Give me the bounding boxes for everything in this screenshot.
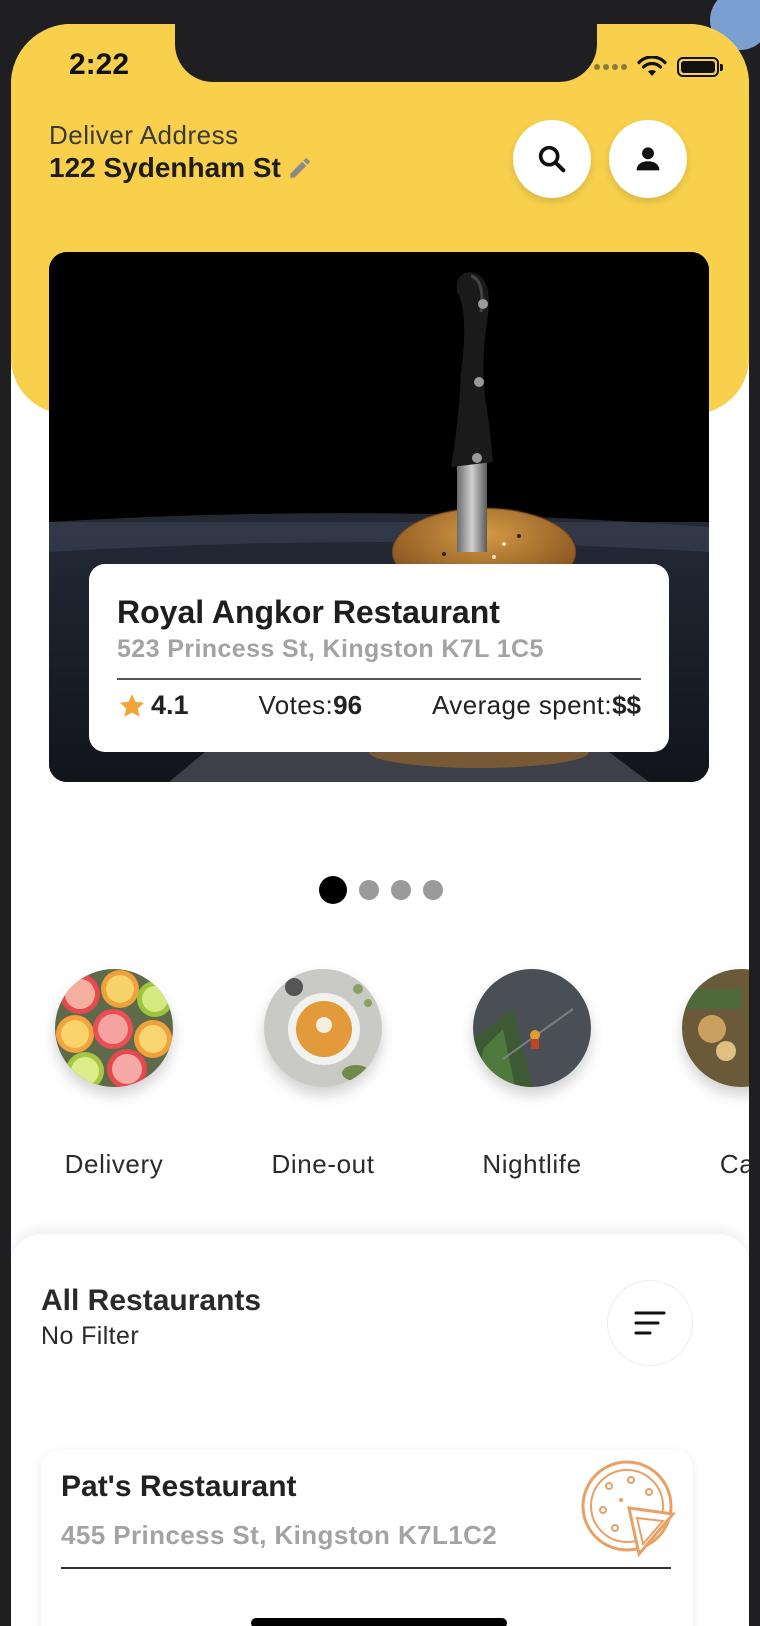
signal-icon	[594, 64, 627, 70]
featured-stats: 4.1 Votes:96 Average spent:$$	[117, 690, 641, 721]
category-label: Dine-out	[271, 1149, 375, 1179]
star-icon	[119, 693, 145, 717]
filter-button[interactable]	[607, 1280, 693, 1366]
category-label: Nightlife	[482, 1149, 582, 1179]
sort-icon	[634, 1311, 666, 1335]
device-notch	[175, 24, 597, 82]
average-spent-value: $$	[612, 690, 641, 720]
person-icon	[636, 147, 660, 171]
category-image	[264, 969, 382, 1087]
category-label: Delivery	[64, 1149, 164, 1179]
category-delivery[interactable]: Delivery	[44, 969, 184, 1180]
battery-icon	[677, 57, 723, 77]
address-row[interactable]: 122 Sydenham St	[49, 152, 313, 184]
status-time: 2:22	[69, 48, 130, 81]
featured-info-card[interactable]: Royal Angkor Restaurant 523 Princess St,…	[89, 564, 669, 752]
address-text[interactable]: 122 Sydenham St	[49, 152, 281, 184]
votes-label: Votes:	[258, 690, 334, 720]
profile-button[interactable]	[609, 120, 687, 198]
pencil-icon[interactable]	[287, 155, 313, 181]
category-label: Cat	[719, 1149, 749, 1179]
average-spent: Average spent:$$	[432, 690, 641, 721]
category-list: Delivery Dine-out Nightlife Ca	[11, 969, 749, 1199]
votes-value: 96	[333, 690, 363, 720]
average-spent-label: Average spent:	[432, 690, 613, 720]
category-image	[473, 969, 591, 1087]
status-icons	[594, 56, 723, 78]
app-screen: 2:22 Deliver Address 122 Sydenham St Roy…	[11, 24, 749, 1626]
category-image	[682, 969, 749, 1087]
wifi-icon	[637, 56, 667, 76]
info-divider	[117, 678, 641, 680]
featured-restaurant-name: Royal Angkor Restaurant	[117, 594, 500, 630]
votes: Votes:96	[258, 690, 362, 721]
rating: 4.1	[117, 690, 189, 721]
search-button[interactable]	[513, 120, 591, 198]
filter-status: No Filter	[41, 1322, 140, 1350]
category-image	[55, 969, 173, 1087]
pizza-icon	[581, 1460, 676, 1558]
category-partial[interactable]: Cat	[671, 969, 749, 1180]
carousel-dot[interactable]	[359, 880, 379, 900]
carousel-dot[interactable]	[423, 880, 443, 900]
restaurant-card[interactable]: Pat's Restaurant 455 Princess St, Kingst…	[41, 1450, 693, 1626]
featured-restaurant-address: 523 Princess St, Kingston K7L 1C5	[117, 635, 544, 663]
all-restaurants-title: All Restaurants	[41, 1284, 262, 1317]
deliver-address-label: Deliver Address	[49, 120, 239, 150]
search-icon	[538, 145, 566, 173]
carousel-indicator	[319, 876, 443, 904]
rating-value: 4.1	[151, 690, 189, 720]
restaurant-divider	[61, 1567, 671, 1569]
carousel-dot[interactable]	[319, 876, 347, 904]
category-dine-out[interactable]: Dine-out	[253, 969, 393, 1180]
restaurants-section: All Restaurants No Filter Pat's Restaura…	[11, 1234, 749, 1626]
home-indicator[interactable]	[251, 1618, 507, 1626]
carousel-dot[interactable]	[391, 880, 411, 900]
category-nightlife[interactable]: Nightlife	[462, 969, 602, 1180]
